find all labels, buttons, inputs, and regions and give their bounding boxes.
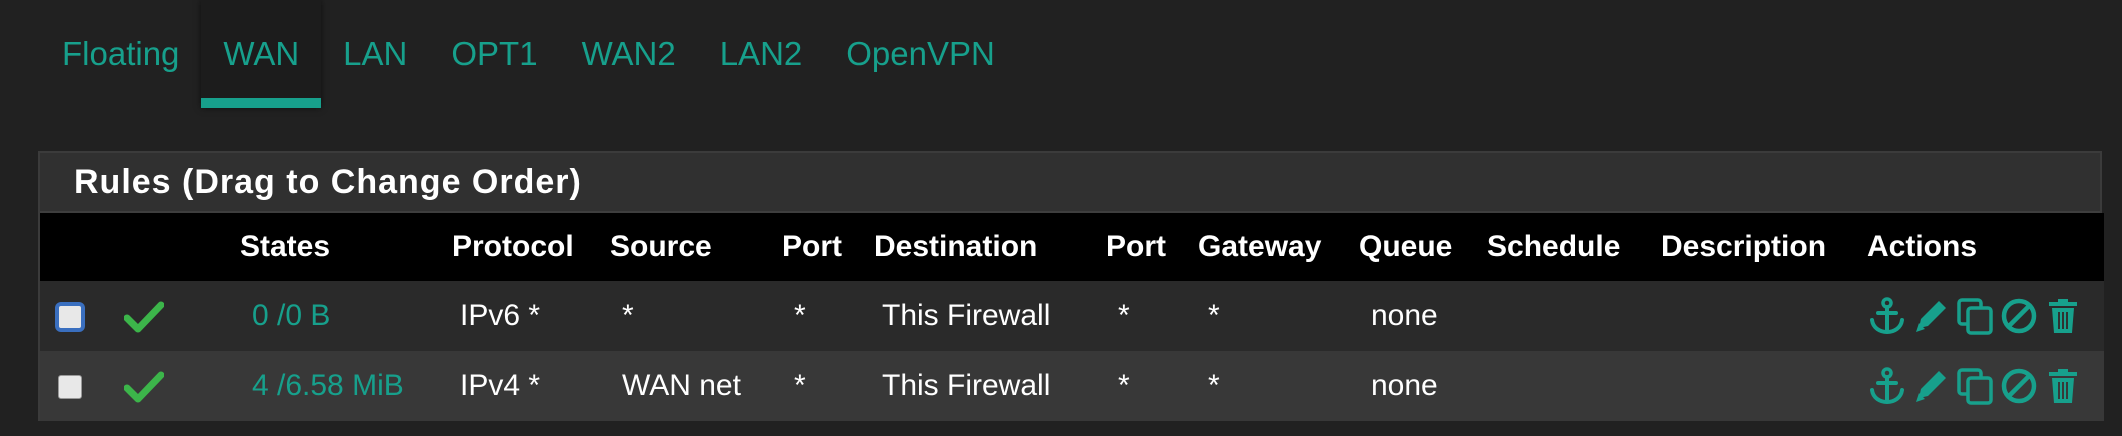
states-cell[interactable]: 4 /6.58 MiB: [240, 351, 452, 421]
status-cell: [110, 281, 240, 351]
row-checkbox[interactable]: [58, 305, 82, 330]
tab-label: WAN2: [581, 35, 676, 72]
table-header-row: States Protocol Source Port Destination …: [40, 213, 2104, 281]
table-row[interactable]: 0 /0 B IPv6 * * * This Firewall * * none: [40, 281, 2104, 351]
header-schedule: Schedule: [1487, 230, 1621, 263]
checkmark-icon: [124, 301, 164, 333]
header-status: [110, 213, 240, 281]
source-cell: WAN net: [622, 369, 741, 402]
pencil-icon[interactable]: [1911, 366, 1951, 406]
header-actions: Actions: [1867, 230, 1978, 263]
trash-icon[interactable]: [2043, 296, 2083, 336]
actions-cell: [1867, 281, 2104, 351]
table-row[interactable]: 4 /6.58 MiB IPv4 * WAN net * This Firewa…: [40, 351, 2104, 421]
tab-lan[interactable]: LAN: [321, 0, 429, 108]
schedule-cell: [1487, 351, 1661, 421]
tab-label: LAN2: [719, 35, 803, 72]
tab-label: WAN: [223, 35, 300, 72]
states-cell[interactable]: 0 /0 B: [240, 281, 452, 351]
status-cell: [110, 351, 240, 421]
header-gateway: Gateway: [1198, 230, 1322, 263]
row-select-cell: [40, 351, 110, 421]
rules-panel: Rules (Drag to Change Order) States Prot…: [38, 151, 2104, 421]
tab-lan2[interactable]: LAN2: [698, 0, 825, 108]
protocol-cell: IPv4 *: [460, 369, 541, 402]
panel-title: Rules (Drag to Change Order): [74, 162, 582, 201]
panel-heading: Rules (Drag to Change Order): [40, 153, 2100, 213]
schedule-cell: [1487, 281, 1661, 351]
header-protocol: Protocol: [452, 230, 574, 263]
copy-icon[interactable]: [1955, 366, 1995, 406]
tab-wan2[interactable]: WAN2: [560, 0, 698, 108]
header-port: Port: [782, 230, 842, 263]
header-destination: Destination: [874, 230, 1038, 263]
checkmark-icon: [124, 371, 164, 403]
header-states: States: [240, 230, 331, 263]
header-dest-port: Port: [1106, 230, 1166, 263]
actions-cell: [1867, 351, 2104, 421]
header-source: Source: [610, 230, 712, 263]
tab-label: OpenVPN: [846, 35, 995, 72]
protocol-cell: IPv6 *: [460, 299, 541, 332]
source-cell: *: [622, 299, 634, 332]
dest-port-cell: *: [1118, 369, 1130, 402]
gateway-cell: *: [1208, 299, 1220, 332]
anchor-icon[interactable]: [1867, 296, 1907, 336]
tab-openvpn[interactable]: OpenVPN: [824, 0, 1017, 108]
queue-cell: none: [1371, 369, 1438, 402]
tab-floating[interactable]: Floating: [40, 0, 201, 108]
destination-cell: This Firewall: [882, 369, 1051, 402]
trash-icon[interactable]: [2043, 366, 2083, 406]
port-cell: *: [794, 299, 806, 332]
tab-wan[interactable]: WAN: [201, 0, 322, 108]
destination-cell: This Firewall: [882, 299, 1051, 332]
dest-port-cell: *: [1118, 299, 1130, 332]
queue-cell: none: [1371, 299, 1438, 332]
header-description: Description: [1661, 230, 1827, 263]
description-cell: [1661, 281, 1867, 351]
tab-label: Floating: [62, 35, 180, 72]
gateway-cell: *: [1208, 369, 1220, 402]
tab-label: LAN: [343, 35, 408, 72]
disable-icon[interactable]: [1999, 366, 2039, 406]
row-select-cell: [40, 281, 110, 351]
header-select: [40, 213, 110, 281]
copy-icon[interactable]: [1955, 296, 1995, 336]
row-checkbox[interactable]: [58, 375, 82, 400]
rules-table: States Protocol Source Port Destination …: [40, 213, 2104, 421]
anchor-icon[interactable]: [1867, 366, 1907, 406]
tab-label: OPT1: [451, 35, 538, 72]
description-cell: [1661, 351, 1867, 421]
header-queue: Queue: [1359, 230, 1453, 263]
disable-icon[interactable]: [1999, 296, 2039, 336]
port-cell: *: [794, 369, 806, 402]
pencil-icon[interactable]: [1911, 296, 1951, 336]
interface-tabs: Floating WAN LAN OPT1 WAN2 LAN2 OpenVPN: [40, 0, 1017, 108]
tab-opt1[interactable]: OPT1: [429, 0, 559, 108]
